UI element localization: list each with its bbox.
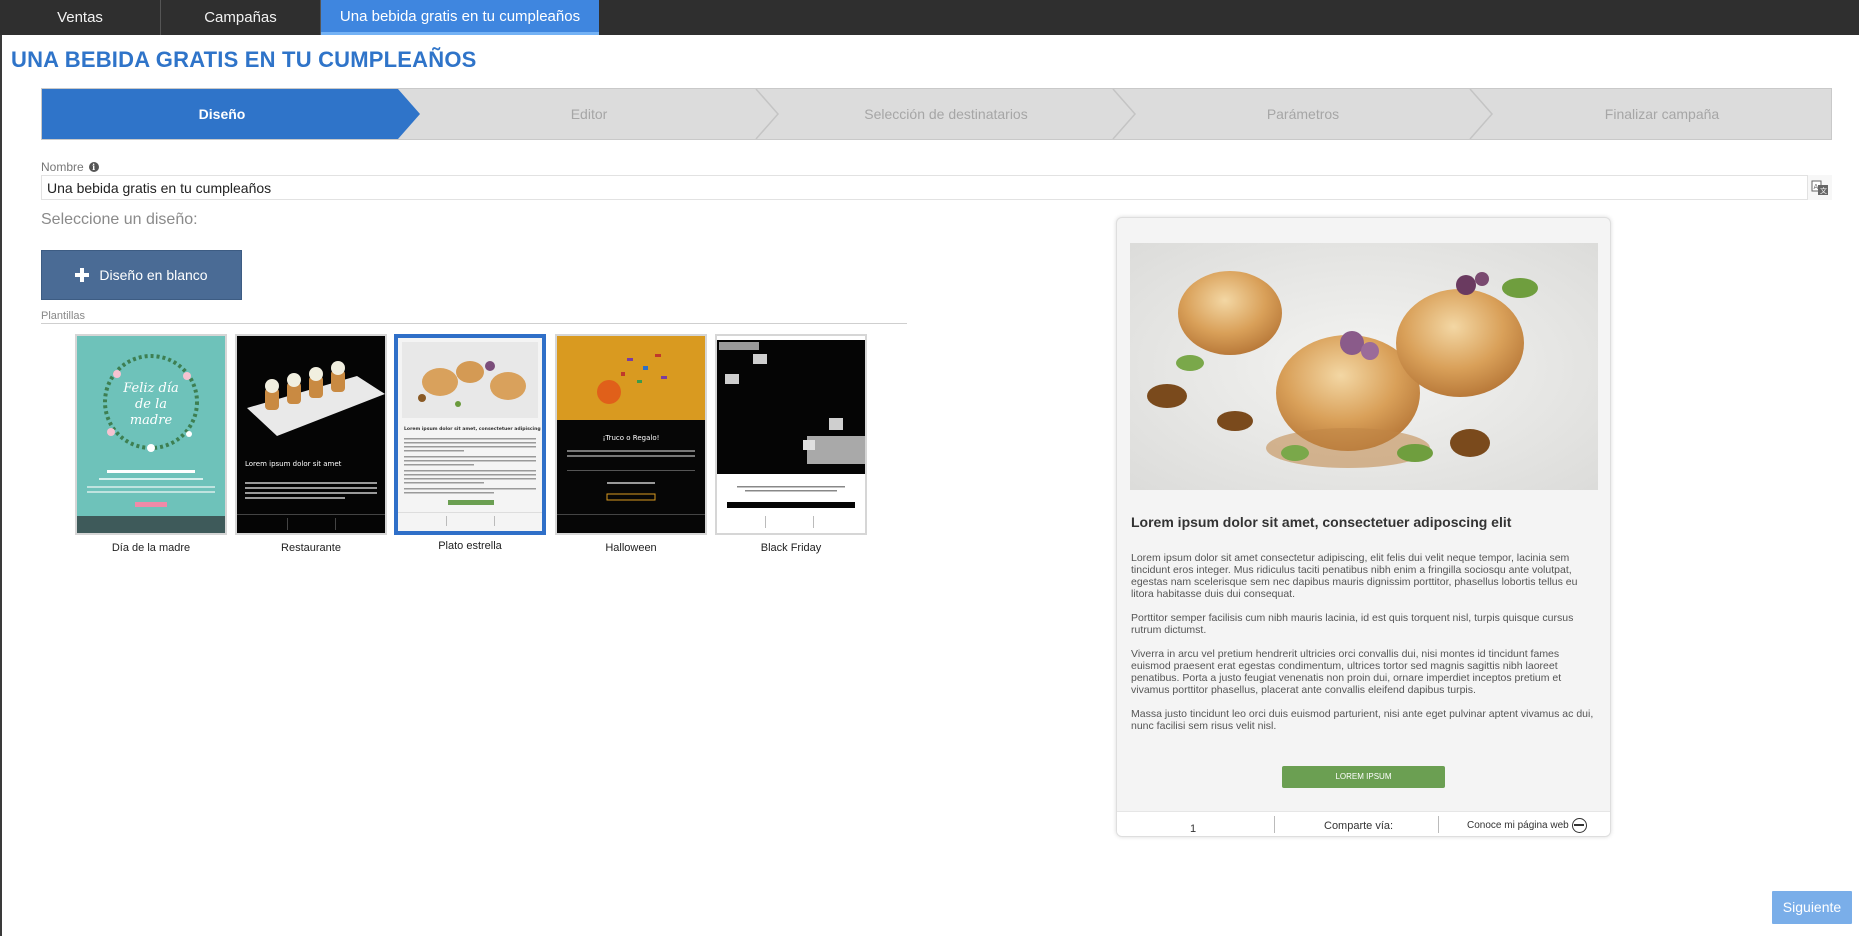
template-preview-art: ¡Truco o Regalo! [557, 336, 705, 533]
step-finalizar-campana[interactable]: Finalizar campaña [1493, 89, 1831, 139]
template-caption: Plato estrella [438, 540, 502, 552]
page-title: UNA BEBIDA GRATIS EN TU CUMPLEAÑOS [11, 47, 477, 72]
preview-paragraph: Massa justo tincidunt leo orci duis euis… [1131, 708, 1594, 732]
footer-web-text: Conoce mi página web [1467, 820, 1569, 831]
svg-text:文: 文 [1820, 186, 1827, 195]
tab-ventas[interactable]: Ventas [0, 0, 161, 35]
name-field-label: Nombre i [41, 160, 99, 174]
footer-divider [1438, 816, 1439, 833]
tab-current-campaign[interactable]: Una bebida gratis en tu cumpleaños [321, 0, 599, 35]
template-thumbnail[interactable]: Feliz día de la madre [75, 334, 227, 535]
preview-paragraph: Viverra in arcu vel pretium hendrerit ul… [1131, 648, 1562, 696]
left-border [0, 35, 2, 936]
template-restaurante[interactable]: Lorem ipsum dolor sit amet Restaurante [235, 334, 387, 554]
name-label-text: Nombre [41, 160, 84, 174]
step-parametros[interactable]: Parámetros [1136, 89, 1470, 139]
templates-divider [41, 323, 907, 324]
translate-icon: A 文 [1811, 180, 1828, 195]
template-thumbnail[interactable]: ¡Truco o Regalo! [555, 334, 707, 535]
svg-text:A: A [1814, 183, 1819, 191]
hero-food-image [1130, 243, 1598, 490]
step-seleccion-destinatarios[interactable]: Selección de destinatarios [779, 89, 1113, 139]
template-caption: Restaurante [281, 542, 341, 554]
template-thumbnail[interactable] [715, 334, 867, 535]
translate-button[interactable]: A 文 [1807, 175, 1832, 200]
template-preview-panel: Lorem ipsum dolor sit amet, consectetuer… [1116, 217, 1611, 837]
globe-icon [1571, 818, 1587, 833]
wizard-steps: Diseño Editor Selección de destinatarios… [41, 88, 1832, 140]
preview-body: Lorem ipsum dolor sit amet consectetur a… [1131, 552, 1597, 744]
footer-left-text: 1 [1190, 823, 1197, 835]
template-thumbnail[interactable]: Lorem ipsum dolor sit amet [235, 334, 387, 535]
svg-text:Lorem ipsum dolor sit amet, co: Lorem ipsum dolor sit amet, consectetuer… [404, 426, 542, 432]
footer-share-label: Comparte vía: [1324, 820, 1394, 832]
footer-divider [1274, 816, 1275, 833]
preview-cta-button: LOREM IPSUM [1282, 766, 1445, 788]
preview-paragraph: Lorem ipsum dolor sit amet consectetur a… [1131, 552, 1578, 600]
step-diseno[interactable]: Diseño [42, 89, 402, 139]
svg-text:¡Truco o Regalo!: ¡Truco o Regalo! [603, 434, 660, 442]
template-halloween[interactable]: ¡Truco o Regalo! Halloween [555, 334, 707, 554]
plus-icon [75, 268, 90, 282]
template-preview-art: Feliz día de la madre [77, 336, 225, 533]
svg-text:Feliz día: Feliz día [122, 381, 179, 396]
templates-label: Plantillas [41, 310, 86, 322]
preview-paragraph: Porttitor semper facilisis cum nibh maur… [1131, 612, 1574, 636]
template-black-friday[interactable]: Black Friday [715, 334, 867, 554]
info-icon[interactable]: i [88, 162, 99, 172]
name-input[interactable] [41, 175, 1832, 200]
step-editor[interactable]: Editor [422, 89, 756, 139]
svg-text:de la: de la [135, 397, 167, 412]
next-button[interactable]: Siguiente [1772, 891, 1852, 924]
template-plato-estrella[interactable]: Lorem ipsum dolor sit amet, consectetuer… [394, 334, 546, 552]
template-preview-art: Lorem ipsum dolor sit amet, consectetuer… [398, 338, 542, 531]
template-caption: Día de la madre [111, 542, 191, 554]
choose-design-label: Seleccione un diseño: [41, 211, 198, 228]
blank-design-button[interactable]: Diseño en blanco [41, 250, 242, 300]
top-tab-bar: Ventas Campañas Una bebida gratis en tu … [0, 0, 1859, 35]
template-caption: Black Friday [760, 542, 822, 554]
blank-design-label: Diseño en blanco [99, 267, 208, 283]
preview-footer: 1 Comparte vía: Conoce mi página web [1117, 811, 1610, 836]
template-preview-art: Lorem ipsum dolor sit amet [237, 336, 385, 533]
tab-campanas[interactable]: Campañas [161, 0, 321, 35]
template-dia-de-la-madre[interactable]: Feliz día de la madre Día de la madre [75, 334, 227, 554]
svg-text:Lorem ipsum dolor sit amet: Lorem ipsum dolor sit amet [245, 460, 342, 468]
footer-web-link: Conoce mi página web [1467, 818, 1587, 833]
template-caption: Halloween [605, 542, 657, 554]
svg-text:madre: madre [130, 413, 173, 428]
template-preview-art [717, 336, 865, 533]
preview-headline: Lorem ipsum dolor sit amet, consectetuer… [1131, 514, 1512, 530]
template-thumbnail[interactable]: Lorem ipsum dolor sit amet, consectetuer… [394, 334, 546, 535]
